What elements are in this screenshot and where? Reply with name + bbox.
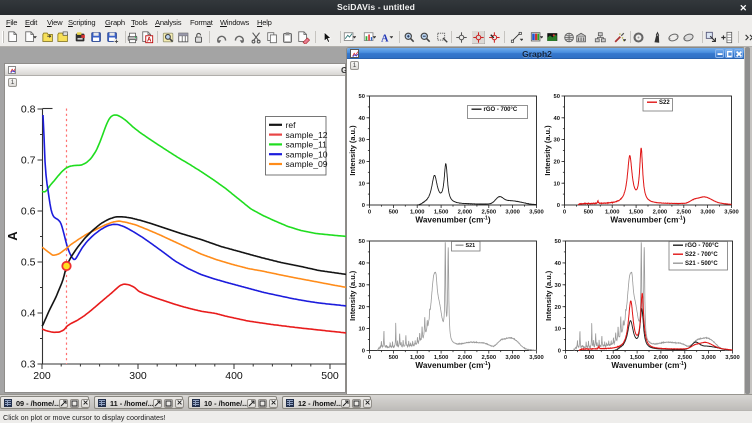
svg-text:500: 500 <box>389 355 399 361</box>
svg-text:0: 0 <box>564 355 567 361</box>
svg-text:ref: ref <box>286 120 297 130</box>
svg-text:30: 30 <box>555 283 561 289</box>
svg-text:S22: S22 <box>659 100 670 106</box>
svg-text:3,500: 3,500 <box>529 355 544 361</box>
svg-text:rGO - 700°C: rGO - 700°C <box>685 243 719 249</box>
svg-text:0.8: 0.8 <box>21 104 36 116</box>
svg-text:50: 50 <box>554 94 560 100</box>
svg-text:500: 500 <box>321 370 339 382</box>
svg-text:sample_11: sample_11 <box>286 140 328 150</box>
svg-text:S21 - 500°C: S21 - 500°C <box>685 261 718 267</box>
svg-text:20: 20 <box>359 305 365 311</box>
svg-text:Intensity (a.u.): Intensity (a.u.) <box>348 125 357 176</box>
svg-text:sample_09: sample_09 <box>286 159 328 169</box>
svg-text:0: 0 <box>362 203 365 209</box>
svg-text:A: A <box>5 231 20 241</box>
svg-text:500: 500 <box>389 210 399 216</box>
svg-text:sample_10: sample_10 <box>286 149 328 159</box>
svg-text:0: 0 <box>368 355 371 361</box>
svg-text:10: 10 <box>554 181 560 187</box>
svg-text:40: 40 <box>554 116 560 122</box>
svg-text:300: 300 <box>129 370 147 382</box>
svg-text:0: 0 <box>558 349 561 355</box>
svg-text:Wavenumber (cm-1): Wavenumber (cm-1) <box>415 216 490 225</box>
svg-text:0: 0 <box>557 203 560 209</box>
svg-text:Wavenumber (cm-1): Wavenumber (cm-1) <box>610 216 685 225</box>
svg-text:0.4: 0.4 <box>21 308 36 320</box>
svg-text:20: 20 <box>554 160 560 166</box>
svg-text:3,000: 3,000 <box>505 210 520 216</box>
svg-text:30: 30 <box>554 138 560 144</box>
svg-text:Wavenumber (cm-1): Wavenumber (cm-1) <box>415 361 490 370</box>
svg-text:200: 200 <box>33 370 51 382</box>
svg-text:3,000: 3,000 <box>505 355 520 361</box>
svg-text:3,500: 3,500 <box>724 210 739 216</box>
svg-text:30: 30 <box>359 283 365 289</box>
svg-text:50: 50 <box>555 239 561 245</box>
svg-text:500: 500 <box>584 210 594 216</box>
svg-text:40: 40 <box>555 261 561 267</box>
svg-text:40: 40 <box>359 116 365 122</box>
svg-text:A: A <box>147 37 152 43</box>
svg-text:S22 - 700°C: S22 - 700°C <box>685 252 718 258</box>
svg-text:Intensity (a.u.): Intensity (a.u.) <box>544 270 553 321</box>
svg-text:50: 50 <box>359 94 365 100</box>
svg-text:500: 500 <box>585 355 595 361</box>
svg-text:10: 10 <box>359 181 365 187</box>
svg-text:0: 0 <box>368 210 371 216</box>
svg-text:30: 30 <box>359 138 365 144</box>
svg-text:20: 20 <box>359 160 365 166</box>
svg-text:A: A <box>381 33 389 44</box>
svg-text:3,000: 3,000 <box>701 355 716 361</box>
svg-text:50: 50 <box>359 239 365 245</box>
svg-text:Intensity (a.u.): Intensity (a.u.) <box>543 125 552 176</box>
svg-text:3,500: 3,500 <box>725 355 740 361</box>
svg-text:10: 10 <box>359 327 365 333</box>
svg-text:400: 400 <box>225 370 243 382</box>
svg-text:S21: S21 <box>466 243 476 249</box>
svg-text:10: 10 <box>555 327 561 333</box>
svg-text:0.5: 0.5 <box>21 257 36 269</box>
svg-text:0: 0 <box>362 349 365 355</box>
svg-text:40: 40 <box>359 261 365 267</box>
svg-text:0: 0 <box>563 210 566 216</box>
svg-text:20: 20 <box>555 305 561 311</box>
svg-text:3,000: 3,000 <box>700 210 715 216</box>
svg-text:0.3: 0.3 <box>21 359 36 371</box>
svg-text:0.6: 0.6 <box>21 206 36 218</box>
svg-text:3,500: 3,500 <box>529 210 544 216</box>
svg-text:0.7: 0.7 <box>21 155 36 167</box>
svg-text:Wavenumber (cm-1): Wavenumber (cm-1) <box>611 361 686 370</box>
svg-text:sample_12: sample_12 <box>286 130 328 140</box>
svg-text:rGO - 700°C: rGO - 700°C <box>484 107 518 113</box>
svg-text:Intensity (a.u.): Intensity (a.u.) <box>348 270 357 321</box>
